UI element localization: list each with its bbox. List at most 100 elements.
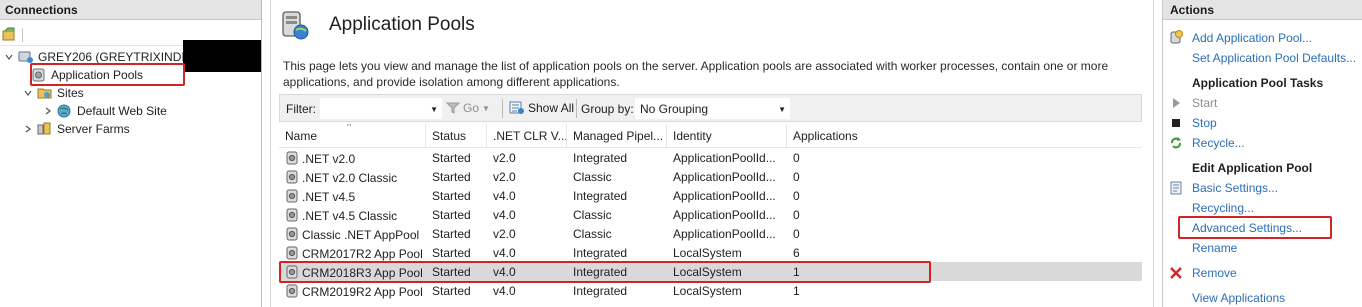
cell-text: CRM2018R3 App Pool xyxy=(302,266,423,280)
column-header-name[interactable]: ^ Name xyxy=(279,124,426,148)
action-basic-settings[interactable]: Basic Settings... xyxy=(1192,181,1278,195)
group-by-select[interactable]: No Grouping ▼ xyxy=(635,98,790,119)
cell-clr-version: v2.0 xyxy=(493,151,516,165)
connect-icon[interactable] xyxy=(2,27,16,41)
show-all-button[interactable]: Show All xyxy=(509,101,574,115)
column-header-clr-version[interactable]: .NET CLR V... xyxy=(487,124,567,148)
action-advanced-settings[interactable]: Advanced Settings... xyxy=(1192,221,1302,235)
action-recycle[interactable]: Recycle... xyxy=(1192,136,1245,150)
dropdown-arrow-icon[interactable]: ▼ xyxy=(430,105,438,114)
tree-item-app-pools[interactable]: Application Pools xyxy=(30,66,143,84)
dropdown-arrow-icon[interactable]: ▼ xyxy=(778,105,786,114)
table-row[interactable]: .NET v2.0 Classic Started v2.0 Classic Appli… xyxy=(279,167,1142,186)
go-label: Go xyxy=(463,101,480,115)
cell-text: LocalSystem xyxy=(673,265,742,279)
collapse-icon[interactable] xyxy=(23,88,33,98)
cell-text: ApplicationPoolId... xyxy=(673,227,776,241)
table-row[interactable]: CRM2018R3 App Pool Started v4.0 Integrated L… xyxy=(279,262,1142,281)
action-stop[interactable]: Stop xyxy=(1192,116,1217,130)
action-recycling[interactable]: Recycling... xyxy=(1192,201,1254,215)
action-remove[interactable]: Remove xyxy=(1192,266,1237,280)
basic-settings-icon xyxy=(1170,181,1182,195)
server-farm-icon xyxy=(37,122,51,135)
cell-text: Started xyxy=(432,170,471,184)
start-icon xyxy=(1173,98,1180,108)
table-row[interactable]: .NET v4.5 Started v4.0 Integrated Applicatio… xyxy=(279,186,1142,205)
cell-name: CRM2019R2 App Pool xyxy=(285,284,423,299)
cell-text: Classic xyxy=(573,227,612,241)
cell-applications: 0 xyxy=(793,151,800,165)
column-header-applications[interactable]: Applications xyxy=(787,124,887,148)
cell-identity: ApplicationPoolId... xyxy=(673,227,776,241)
cell-pipeline: Classic xyxy=(573,227,612,241)
cell-name: CRM2017R2 App Pool xyxy=(285,246,423,261)
expand-icon[interactable] xyxy=(23,124,33,134)
action-start[interactable]: Start xyxy=(1192,96,1217,110)
tree-item-server[interactable]: GREY206 (GREYTRIXINDIA\ xyxy=(4,48,196,66)
cell-text: 1 xyxy=(793,284,800,298)
cell-identity: LocalSystem xyxy=(673,246,742,260)
sort-ascending-icon: ^ xyxy=(347,124,352,131)
actions-pane: Actions Add Application Pool... Set Appl… xyxy=(1162,0,1362,307)
page-title: Application Pools xyxy=(329,14,475,35)
column-header-status[interactable]: Status xyxy=(426,124,487,148)
sites-folder-icon xyxy=(37,88,52,99)
group-by-label: Group by: xyxy=(581,102,634,116)
cell-pipeline: Integrated xyxy=(573,284,627,298)
cell-text: .NET v2.0 xyxy=(302,152,356,166)
collapse-icon[interactable] xyxy=(4,52,14,62)
tree-label-app-pools: Application Pools xyxy=(51,68,144,82)
cell-applications: 0 xyxy=(793,227,800,241)
chevron-down-icon: ▼ xyxy=(482,103,490,113)
funnel-icon xyxy=(446,102,460,114)
cell-identity: LocalSystem xyxy=(673,265,742,279)
table-row[interactable]: CRM2019R2 App Pool Started v4.0 Integrated L… xyxy=(279,281,1142,300)
cell-status: Started xyxy=(432,189,471,203)
filter-input[interactable]: ▼ xyxy=(320,98,442,119)
tree-item-sites[interactable]: Sites xyxy=(23,84,84,102)
cell-clr-version: v4.0 xyxy=(493,246,516,260)
cell-text: .NET v4.5 xyxy=(302,190,356,204)
remove-icon xyxy=(1170,267,1182,279)
table-row[interactable]: Classic .NET AppPool Started v2.0 Classic Ap… xyxy=(279,224,1142,243)
action-view-applications[interactable]: View Applications xyxy=(1192,291,1285,305)
tree-label-default-web-site: Default Web Site xyxy=(77,104,167,118)
column-header-pipeline[interactable]: Managed Pipel... xyxy=(567,124,667,148)
cell-text: Started xyxy=(432,151,471,165)
redacted-region xyxy=(183,40,261,72)
cell-status: Started xyxy=(432,265,471,279)
table-row[interactable]: .NET v4.5 Classic Started v4.0 Classic Appli… xyxy=(279,205,1142,224)
cell-pipeline: Integrated xyxy=(573,246,627,260)
cell-text: Integrated xyxy=(573,246,628,260)
table-row[interactable]: CRM2017R2 App Pool Started v4.0 Integrated L… xyxy=(279,243,1142,262)
section-edit-app-pool: Edit Application Pool xyxy=(1192,161,1313,175)
cell-text: 0 xyxy=(793,189,800,203)
cell-applications: 6 xyxy=(793,246,800,260)
tree-item-default-web-site[interactable]: Default Web Site xyxy=(43,102,167,120)
cell-text: 6 xyxy=(793,246,800,260)
cell-clr-version: v4.0 xyxy=(493,284,516,298)
action-add-app-pool[interactable]: Add Application Pool... xyxy=(1192,31,1312,45)
cell-text: 0 xyxy=(793,170,800,184)
filter-label: Filter: xyxy=(286,102,316,116)
section-app-pool-tasks: Application Pool Tasks xyxy=(1192,76,1324,90)
go-button[interactable]: Go ▼ xyxy=(446,101,490,115)
cell-name: .NET v4.5 Classic xyxy=(285,208,397,223)
cell-text: Started xyxy=(432,246,471,260)
cell-applications: 0 xyxy=(793,170,800,184)
table-row[interactable]: .NET v2.0 Started v2.0 Integrated Applicatio… xyxy=(279,148,1142,167)
app-pools-icon xyxy=(282,11,309,40)
action-set-defaults[interactable]: Set Application Pool Defaults... xyxy=(1192,51,1356,65)
tree-label-server: GREY206 (GREYTRIXINDIA\ xyxy=(38,50,197,64)
tree-item-server-farms[interactable]: Server Farms xyxy=(23,120,130,138)
cell-clr-version: v4.0 xyxy=(493,265,516,279)
stop-icon xyxy=(1172,119,1180,127)
column-header-identity[interactable]: Identity xyxy=(667,124,787,148)
cell-name: .NET v2.0 xyxy=(285,151,355,166)
cell-pipeline: Classic xyxy=(573,170,612,184)
app-pools-icon xyxy=(32,68,45,82)
cell-identity: ApplicationPoolId... xyxy=(673,189,776,203)
cell-text: CRM2019R2 App Pool xyxy=(302,285,423,299)
expand-icon[interactable] xyxy=(43,106,53,116)
action-rename[interactable]: Rename xyxy=(1192,241,1237,255)
